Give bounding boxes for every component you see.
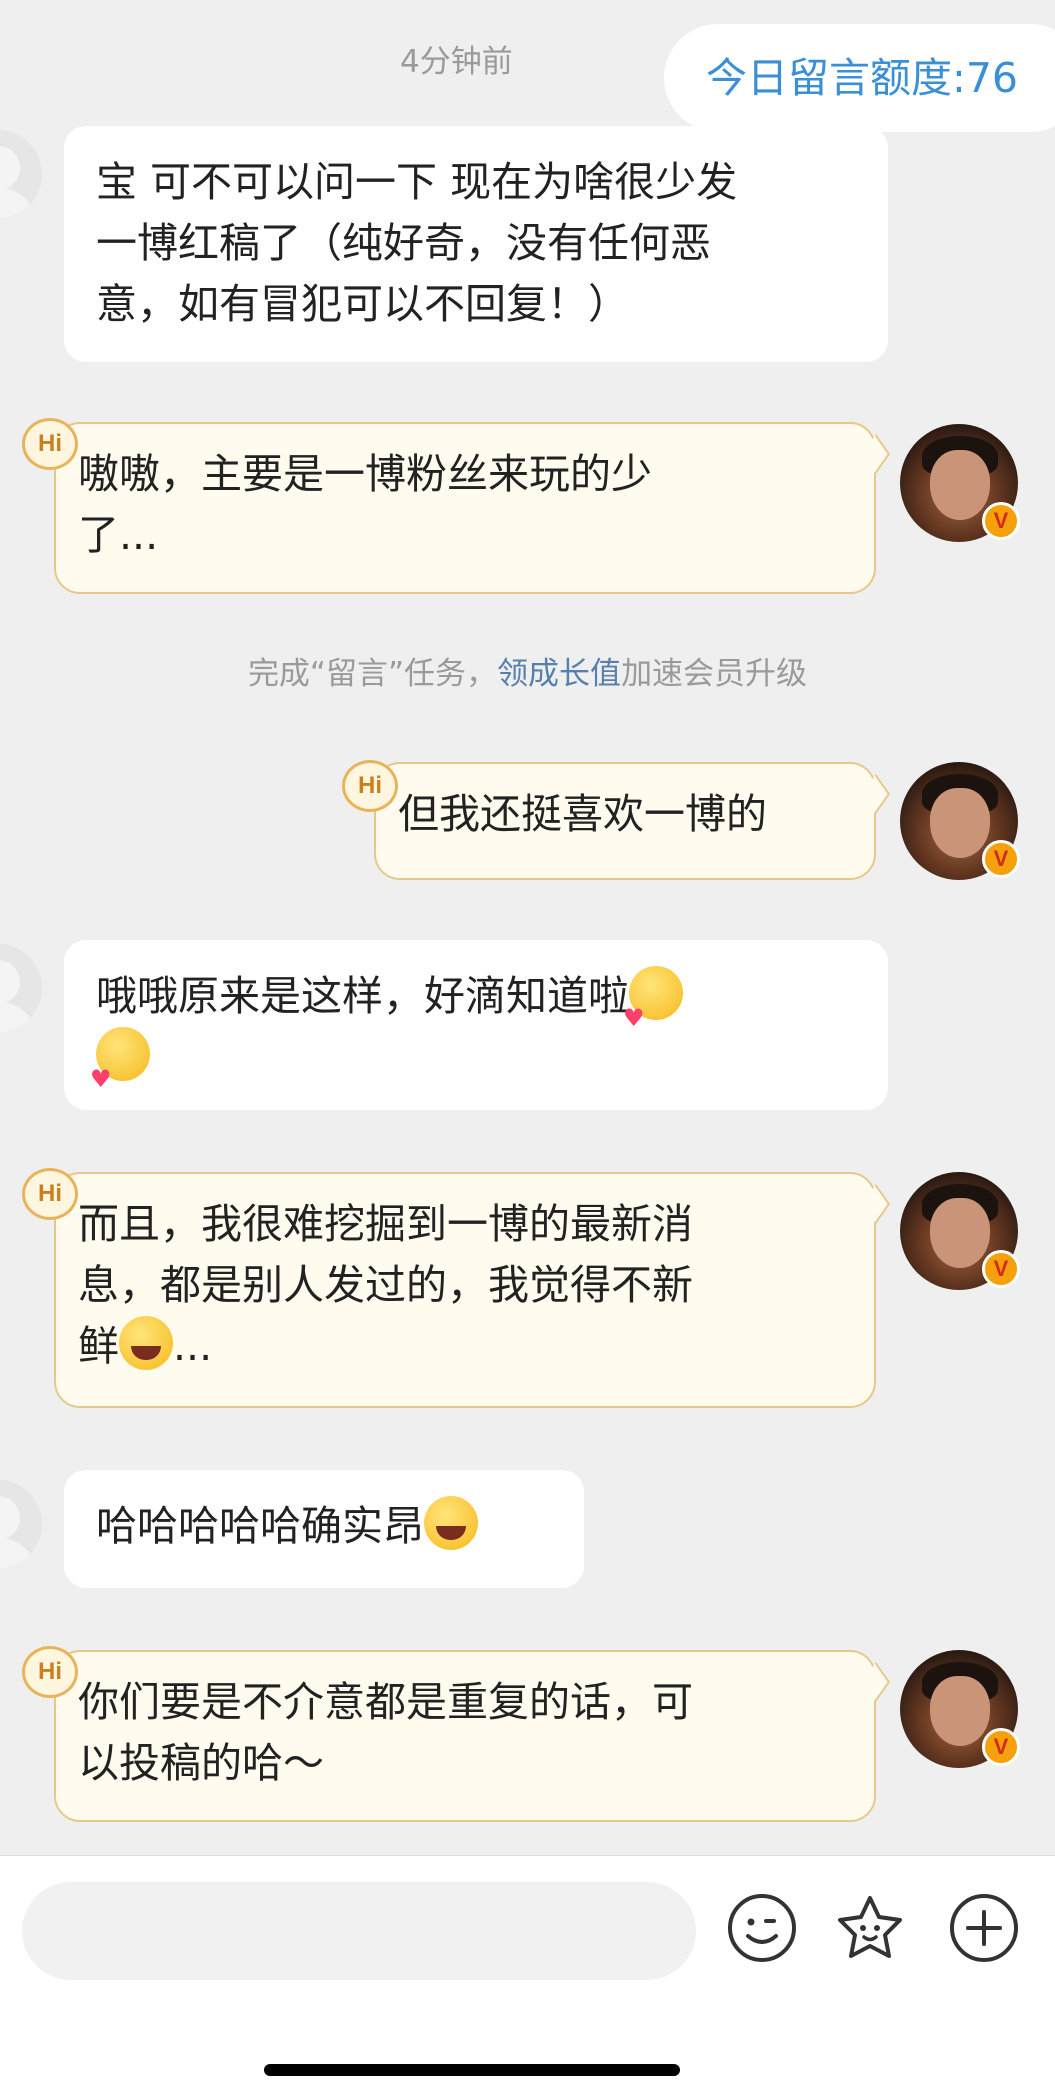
message-line: 哈哈哈哈哈确实昂 [96, 1496, 552, 1557]
message-line [90, 1027, 856, 1110]
incoming-message[interactable]: 哦哦原来是这样，好滴知道啦 [64, 940, 888, 1110]
avatar-face [930, 788, 990, 858]
input-bar [0, 1855, 1055, 2097]
avatar[interactable] [0, 1480, 42, 1568]
outgoing-message[interactable]: 嗷嗷，主要是一博粉丝来玩的少 了... [54, 422, 876, 594]
message-line: 一博红稿了（纯好奇，没有任何恶 [96, 219, 711, 267]
blow-kiss-icon [90, 1027, 150, 1110]
system-note: 完成“留言”任务，领成长值加速会员升级 [0, 648, 1055, 693]
incoming-message[interactable]: 哈哈哈哈哈确实昂 [64, 1470, 584, 1588]
system-note-suffix: 加速会员升级 [621, 656, 808, 692]
star-face-icon[interactable] [834, 1892, 906, 1964]
avatar-face [930, 1676, 990, 1746]
growth-value-link[interactable]: 领成长值 [497, 656, 621, 692]
message-line: 而且，我很难挖掘到一博的最新消 [78, 1200, 693, 1248]
timestamp: 4分钟前 [400, 44, 513, 80]
hi-badge-icon: Hi [342, 760, 398, 812]
smile-icon[interactable] [726, 1892, 798, 1964]
message-line: 意，如有冒犯可以不回复！） [96, 280, 629, 328]
plus-circle-icon[interactable] [948, 1892, 1020, 1964]
outgoing-message[interactable]: 但我还挺喜欢一博的 [374, 762, 876, 880]
incoming-message[interactable]: 宝 可不可以问一下 现在为啥很少发 一博红稿了（纯好奇，没有任何恶 意，如有冒犯… [64, 126, 888, 362]
outgoing-message[interactable]: 你们要是不介意都是重复的话，可 以投稿的哈～ [54, 1650, 876, 1822]
avatar-face [930, 1198, 990, 1268]
avatar[interactable]: V [900, 1172, 1020, 1290]
verified-icon: V [982, 1250, 1020, 1288]
message-line: 宝 可不可以问一下 现在为啥很少发 [96, 158, 738, 206]
tears-of-joy-icon [119, 1316, 173, 1370]
message-line: 你们要是不介意都是重复的话，可 [78, 1678, 693, 1726]
message-input[interactable] [22, 1882, 696, 1980]
home-indicator[interactable] [264, 2064, 680, 2076]
message-line: 哦哦原来是这样，好滴知道啦 [96, 966, 856, 1049]
message-text: 鲜 [78, 1322, 119, 1370]
avatar[interactable] [0, 944, 42, 1032]
outgoing-message[interactable]: 而且，我很难挖掘到一博的最新消 息，都是别人发过的，我觉得不新 鲜... [54, 1172, 876, 1408]
hi-badge-icon: Hi [22, 1168, 78, 1220]
rolling-laughing-icon [424, 1496, 478, 1550]
system-note-prefix: 完成“留言”任务， [247, 656, 498, 692]
verified-icon: V [982, 1728, 1020, 1766]
avatar[interactable]: V [900, 424, 1020, 542]
verified-icon: V [982, 840, 1020, 878]
message-line: 以投稿的哈～ [78, 1739, 324, 1787]
message-text: 哈哈哈哈哈确实昂 [96, 1502, 424, 1550]
avatar[interactable]: V [900, 762, 1020, 880]
avatar[interactable] [0, 130, 42, 218]
message-line: 鲜... [78, 1316, 852, 1377]
hi-badge-icon: Hi [22, 1646, 78, 1698]
message-line: 但我还挺喜欢一博的 [398, 790, 767, 838]
message-line: 息，都是别人发过的，我觉得不新 [78, 1261, 693, 1309]
chat-area[interactable]: 4分钟前 今日留言额度:76 宝 可不可以问一下 现在为啥很少发 一博红稿了（纯… [0, 0, 1055, 1855]
message-line: 了... [78, 511, 159, 559]
avatar-face [930, 450, 990, 520]
message-text: 哦哦原来是这样，好滴知道啦 [96, 972, 629, 1020]
blow-kiss-icon [623, 966, 683, 1049]
quota-badge[interactable]: 今日留言额度:76 [664, 24, 1055, 132]
avatar[interactable]: V [900, 1650, 1020, 1768]
hi-badge-icon: Hi [22, 418, 78, 470]
message-text: ... [173, 1322, 213, 1370]
verified-icon: V [982, 502, 1020, 540]
message-line: 嗷嗷，主要是一博粉丝来玩的少 [78, 450, 652, 498]
